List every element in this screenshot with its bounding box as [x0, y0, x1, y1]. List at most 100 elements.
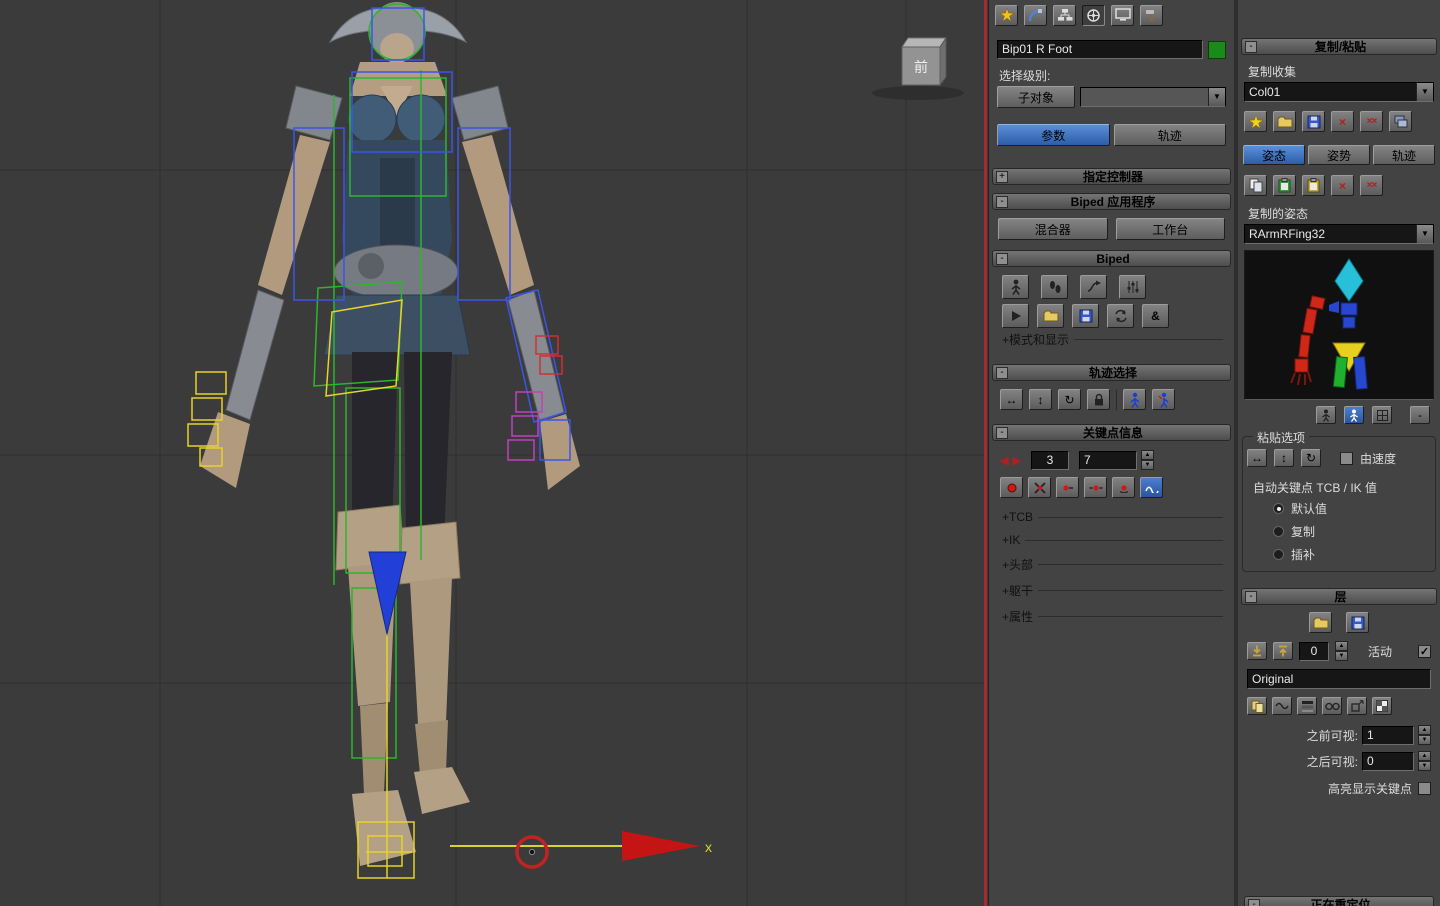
rollout-copy-paste[interactable]: - 复制/粘贴 [1241, 38, 1437, 55]
save-file-button[interactable] [1072, 304, 1099, 328]
set-sliding-key-button[interactable] [1084, 477, 1107, 498]
ik-expander[interactable]: +IK [1002, 533, 1223, 547]
previous-key-button[interactable]: ◀ [1000, 454, 1008, 467]
figure-mode-button[interactable] [1002, 275, 1029, 299]
tcb-expander[interactable]: +TCB [1002, 510, 1223, 524]
set-planted-key-button[interactable] [1056, 477, 1079, 498]
rollout-assign-controller[interactable]: + 指定控制器 [992, 168, 1231, 185]
copied-posture-dropdown[interactable]: RArmRFing32 ▼ [1244, 224, 1434, 244]
viewcube-front[interactable]: 前 [872, 36, 964, 100]
next-layer-button[interactable] [1273, 642, 1293, 660]
move-all-mode-button[interactable]: & [1142, 304, 1169, 328]
tab-posture[interactable]: 姿态 [1243, 145, 1305, 165]
see-through-button[interactable] [1322, 697, 1342, 715]
body-horizontal-button[interactable]: ↔ [1000, 389, 1023, 410]
collapse-layer-button[interactable] [1247, 697, 1267, 715]
tab-hierarchy[interactable] [1053, 4, 1076, 26]
motion-flow-mode-button[interactable] [1080, 275, 1107, 299]
key-number-field[interactable]: 3 [1030, 450, 1069, 470]
radio-default[interactable] [1273, 503, 1284, 514]
next-key-button[interactable]: ▶ [1012, 454, 1020, 467]
radio-interpolated[interactable] [1273, 549, 1284, 560]
tab-trajectories[interactable]: 轨迹 [1113, 124, 1226, 146]
collection-dropdown[interactable]: Col01 ▼ [1244, 82, 1434, 102]
posture-preview-canvas[interactable] [1244, 250, 1434, 400]
layer-index-spinner[interactable]: ▲ ▼ [1335, 641, 1348, 661]
mixer-mode-button[interactable] [1119, 275, 1146, 299]
object-color-swatch[interactable] [1208, 40, 1226, 59]
head-expander[interactable]: +头部 [1002, 556, 1223, 573]
footstep-mode-button[interactable] [1041, 275, 1068, 299]
tab-motion[interactable] [1082, 4, 1105, 26]
save-collection-button[interactable] [1302, 111, 1325, 132]
frame-number-field[interactable]: 7 [1078, 450, 1137, 470]
tab-modify[interactable] [1024, 4, 1047, 26]
paste-horizontal-button[interactable]: ↔ [1247, 449, 1267, 467]
layer-stack-button[interactable] [1297, 697, 1317, 715]
delete-all-collections-button[interactable]: ×× [1360, 111, 1383, 132]
layer-curves-button[interactable] [1272, 697, 1292, 715]
layer-name-field[interactable]: Original [1247, 669, 1431, 689]
body-expander[interactable]: +躯干 [1002, 582, 1223, 599]
tab-create[interactable] [995, 4, 1018, 26]
delete-collection-button[interactable]: × [1331, 111, 1354, 132]
rollout-track-selection[interactable]: - 轨迹选择 [992, 364, 1231, 381]
opposite-button[interactable] [1152, 389, 1175, 410]
layer-index-field[interactable]: 0 [1299, 641, 1329, 661]
tab-pose[interactable]: 姿势 [1308, 145, 1370, 165]
body-rotation-button[interactable]: ↻ [1058, 389, 1081, 410]
preview-show-bones-button[interactable] [1316, 406, 1336, 424]
snap-grid-button[interactable] [1372, 697, 1392, 715]
modes-display-expander[interactable]: +模式和显示 [1002, 331, 1223, 348]
transform-gizmo[interactable]: x [450, 831, 712, 869]
object-name-field[interactable]: Bip01 R Foot [997, 40, 1203, 59]
load-layer-button[interactable] [1309, 612, 1332, 633]
load-file-button[interactable] [1037, 304, 1064, 328]
preview-show-objects-button[interactable] [1344, 406, 1364, 424]
workbench-button[interactable]: 工作台 [1115, 218, 1225, 240]
new-collection-button[interactable] [1244, 111, 1267, 132]
previous-layer-button[interactable] [1247, 642, 1267, 660]
body-vertical-button[interactable]: ↕ [1029, 389, 1052, 410]
tab-utilities[interactable] [1140, 4, 1163, 26]
save-layer-button[interactable] [1346, 612, 1369, 633]
tcb-curve-button[interactable] [1140, 477, 1163, 498]
delete-key-button[interactable] [1028, 477, 1051, 498]
collapse-preview-button[interactable]: - [1410, 406, 1430, 424]
subobject-button[interactable]: 子对象 [997, 86, 1075, 108]
tab-display[interactable] [1111, 4, 1134, 26]
open-collection-button[interactable] [1273, 111, 1296, 132]
viewport-canvas[interactable]: x 前 [0, 0, 988, 906]
tab-track[interactable]: 轨迹 [1373, 145, 1435, 165]
mixer-button[interactable]: 混合器 [998, 218, 1108, 240]
visible-after-field[interactable]: 0 [1362, 751, 1414, 771]
active-layer-checkbox[interactable]: ✓ [1418, 644, 1431, 658]
visible-before-spinner[interactable]: ▲ ▼ [1418, 725, 1431, 745]
visible-after-spinner[interactable]: ▲ ▼ [1418, 751, 1431, 771]
rollout-key-info[interactable]: - 关键点信息 [992, 424, 1231, 441]
prop-expander[interactable]: +属性 [1002, 608, 1223, 625]
paste-posture-button[interactable] [1273, 175, 1296, 196]
rollout-layers[interactable]: - 层 [1241, 588, 1437, 605]
frame-spinner[interactable]: ▲ ▼ [1140, 450, 1154, 470]
highlight-keys-checkbox[interactable] [1418, 782, 1431, 795]
by-velocity-checkbox[interactable] [1340, 451, 1353, 465]
set-key-button[interactable] [1000, 477, 1023, 498]
biped-playback-button[interactable] [1002, 304, 1029, 328]
extract-layer-button[interactable] [1347, 697, 1367, 715]
edit-collection-button[interactable] [1389, 111, 1412, 132]
set-free-key-button[interactable] [1112, 477, 1135, 498]
character-model[interactable] [200, 2, 580, 866]
rollout-biped-apps[interactable]: - Biped 应用程序 [992, 193, 1231, 210]
paste-posture-opposite-button[interactable] [1302, 175, 1325, 196]
delete-all-postures-button[interactable]: ×× [1360, 175, 1383, 196]
rollout-biped[interactable]: - Biped [992, 250, 1231, 267]
visible-before-field[interactable]: 1 [1362, 725, 1414, 745]
rollout-retarget[interactable]: - 正在重定位 [1244, 896, 1434, 906]
lock-com-button[interactable] [1087, 389, 1110, 410]
paste-vertical-button[interactable]: ↕ [1274, 449, 1294, 467]
radio-copied[interactable] [1273, 526, 1284, 537]
viewport[interactable]: x 前 [0, 0, 988, 906]
convert-button[interactable] [1107, 304, 1134, 328]
copy-posture-button[interactable] [1244, 175, 1267, 196]
